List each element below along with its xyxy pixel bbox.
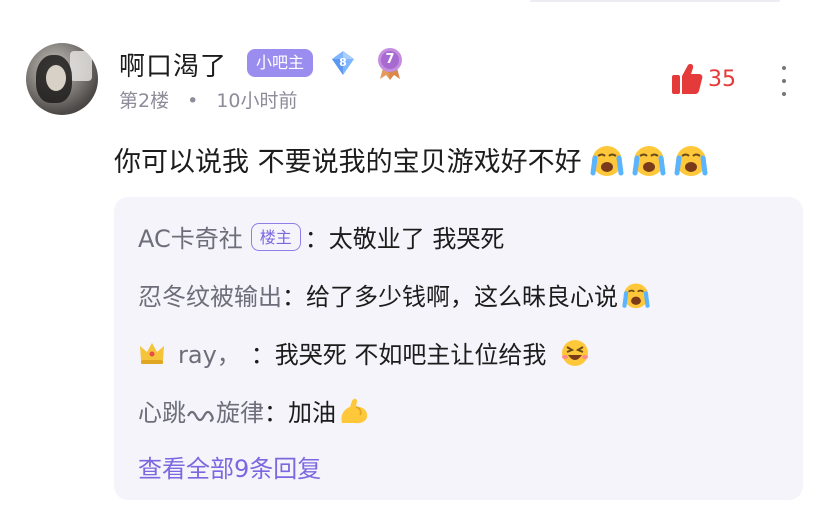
avatar-face <box>46 65 66 91</box>
reply-list[interactable]: AC卡奇社 楼主 ： 太敬业了 我哭死 忍冬纹被输出 ： 给了多少钱啊，这么昧良… <box>114 197 803 500</box>
reply-author[interactable]: 忍冬纹被输出 <box>138 277 282 312</box>
reply-author[interactable]: AC卡奇社 <box>138 219 243 254</box>
post-text: 你可以说我 不要说我的宝贝游戏好不好 <box>114 147 582 178</box>
more-dot <box>782 92 786 96</box>
like-count: 35 <box>708 66 736 92</box>
reply-item[interactable]: 心跳 旋律 ： 加油 <box>138 393 370 428</box>
reply-text: 太敬业了 我哭死 <box>328 225 505 253</box>
reply-author-part: 心跳 <box>138 399 186 427</box>
reply-author[interactable]: ray， <box>178 335 241 370</box>
reply-colon: ： <box>282 283 306 311</box>
crown-icon <box>140 342 164 364</box>
view-all-replies-link[interactable]: 查看全部9条回复 <box>138 449 321 484</box>
flexed-biceps-icon <box>341 398 368 423</box>
loudly-crying-face-icon <box>622 282 650 308</box>
avatar[interactable] <box>26 43 98 115</box>
reply-item[interactable]: AC卡奇社 楼主 ： 太敬业了 我哭死 <box>138 219 504 254</box>
loudly-crying-face-icon <box>674 145 708 176</box>
post-meta: 第2楼 • 10小时前 <box>119 86 298 113</box>
reply-author-part: 旋律 <box>216 399 264 427</box>
separator-dot: • <box>187 90 199 112</box>
role-badge: 小吧主 <box>247 49 314 77</box>
like-button[interactable]: 35 <box>670 62 736 96</box>
reply-text: 加油 <box>288 399 336 427</box>
op-badge: 楼主 <box>250 222 301 251</box>
swirl-symbol-icon <box>187 410 214 423</box>
reply-colon: ： <box>264 399 288 427</box>
avatar-background <box>70 51 92 81</box>
thumbs-up-icon <box>672 64 703 94</box>
more-dot <box>782 66 786 70</box>
loudly-crying-face-icon <box>590 145 624 176</box>
post-time: 10小时前 <box>216 90 298 112</box>
more-vertical-icon[interactable] <box>780 64 788 98</box>
reply-text: 我哭死 不如吧主让位给我 <box>274 341 547 369</box>
post-content: 你可以说我 不要说我的宝贝游戏好不好 <box>114 140 708 179</box>
reply-author[interactable]: 心跳 旋律 <box>138 393 264 428</box>
medal-icon: 7 <box>375 46 405 80</box>
floor-label: 第2楼 <box>119 90 170 112</box>
reply-text: 给了多少钱啊，这么昧良心说 <box>306 283 618 311</box>
reply-item[interactable]: ray， ： 我哭死 不如吧主让位给我 <box>138 335 590 370</box>
medal-number: 7 <box>385 52 395 67</box>
divider <box>530 0 780 2</box>
username[interactable]: 啊口渴了 <box>119 46 227 83</box>
more-dot <box>782 79 786 83</box>
level-number: 8 <box>339 56 347 69</box>
reply-colon: ： <box>304 225 329 253</box>
reply-colon: ： <box>250 341 275 369</box>
reply-item[interactable]: 忍冬纹被输出 ： 给了多少钱啊，这么昧良心说 <box>138 277 650 312</box>
diamond-level-icon: 8 <box>330 50 356 76</box>
loudly-crying-face-icon <box>632 145 666 176</box>
grinning-squinting-face-icon <box>562 339 589 366</box>
